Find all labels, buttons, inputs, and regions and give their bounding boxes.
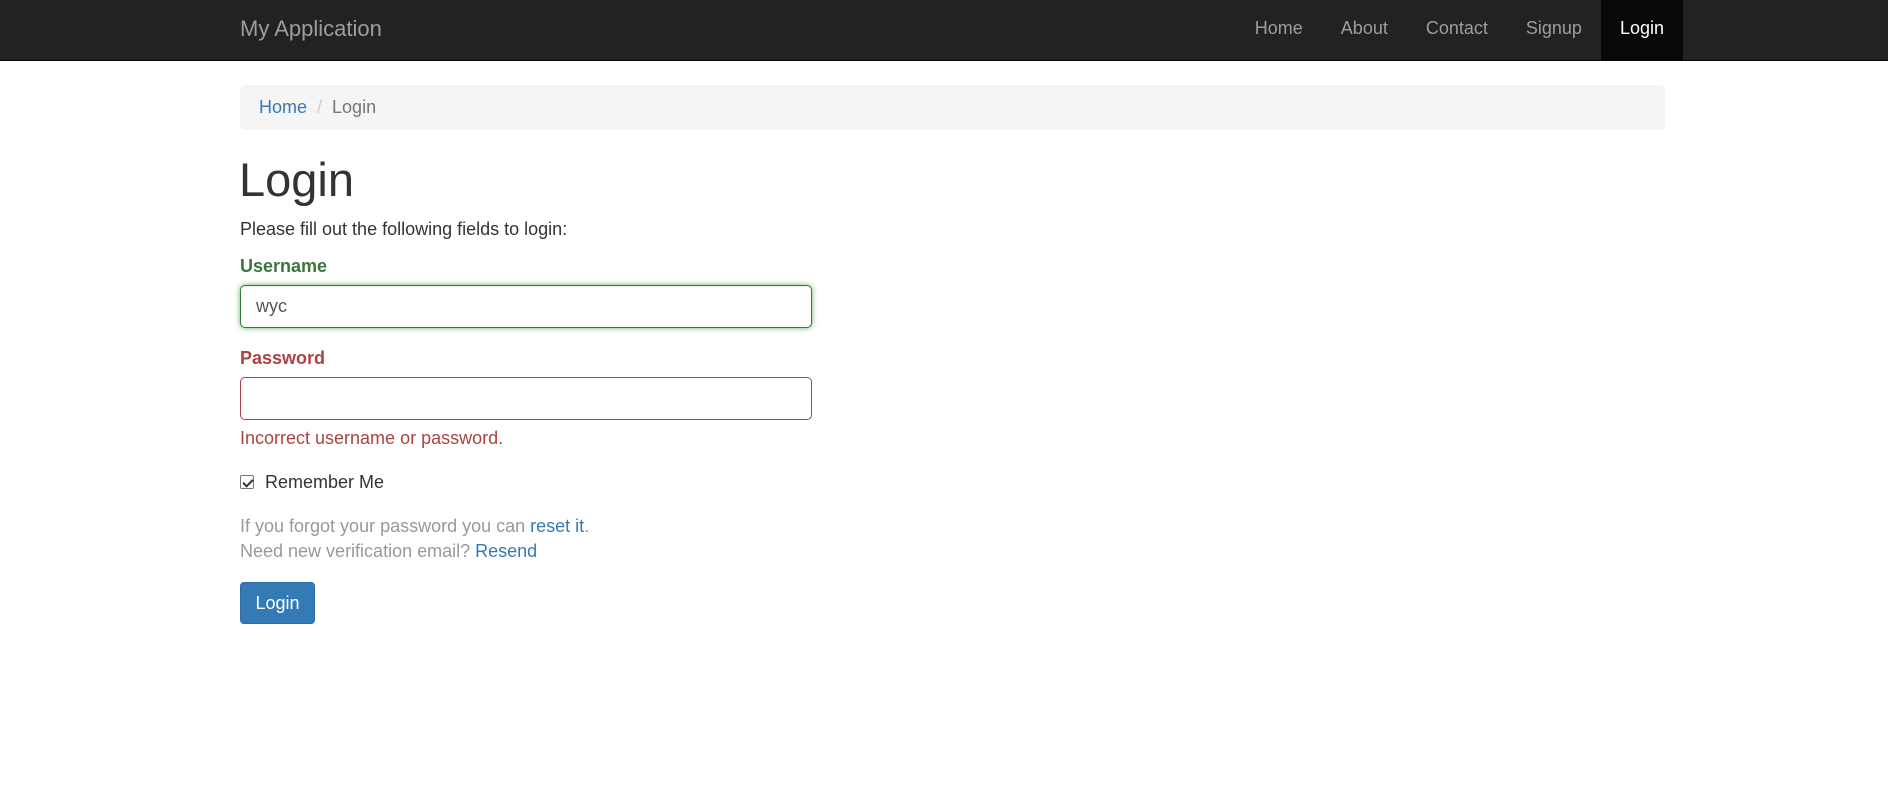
- nav-item-home[interactable]: Home: [1236, 0, 1322, 61]
- nav-item-signup[interactable]: Signup: [1507, 0, 1601, 61]
- top-navbar: My Application Home About Contact Signup…: [0, 0, 1888, 61]
- remember-me-checkbox[interactable]: [240, 475, 254, 489]
- nav-item-about[interactable]: About: [1322, 0, 1407, 61]
- nav-menu: Home About Contact Signup Login: [1236, 0, 1683, 61]
- breadcrumb-separator: /: [317, 97, 323, 117]
- nav-item-contact[interactable]: Contact: [1407, 0, 1507, 61]
- password-error-message: Incorrect username or password.: [240, 428, 504, 448]
- reset-password-link[interactable]: reset it: [530, 516, 584, 536]
- breadcrumb: Home / Login: [240, 85, 1665, 130]
- forgot-password-text: If you forgot your password you can: [240, 516, 531, 536]
- page-title: Login: [239, 153, 354, 206]
- verification-text: Need new verification email?: [240, 541, 476, 561]
- login-submit-button[interactable]: Login: [240, 582, 315, 624]
- resend-verification-link[interactable]: Resend: [475, 541, 537, 561]
- remember-me-label: Remember Me: [265, 472, 385, 492]
- intro-text: Please fill out the following fields to …: [240, 219, 568, 239]
- password-label: Password: [240, 348, 326, 368]
- username-label: Username: [240, 256, 328, 276]
- breadcrumb-current: Login: [332, 97, 377, 117]
- username-input[interactable]: [240, 285, 812, 328]
- brand-link[interactable]: My Application: [240, 0, 382, 61]
- password-input[interactable]: [240, 377, 812, 420]
- breadcrumb-home-link[interactable]: Home: [259, 97, 307, 117]
- forgot-password-suffix: .: [584, 516, 590, 536]
- forgot-password-hint: If you forgot your password you can rese…: [240, 514, 589, 538]
- nav-item-login[interactable]: Login: [1600, 0, 1683, 61]
- remember-me-row[interactable]: Remember Me: [240, 470, 384, 494]
- verification-hint: Need new verification email? Resend: [240, 539, 537, 563]
